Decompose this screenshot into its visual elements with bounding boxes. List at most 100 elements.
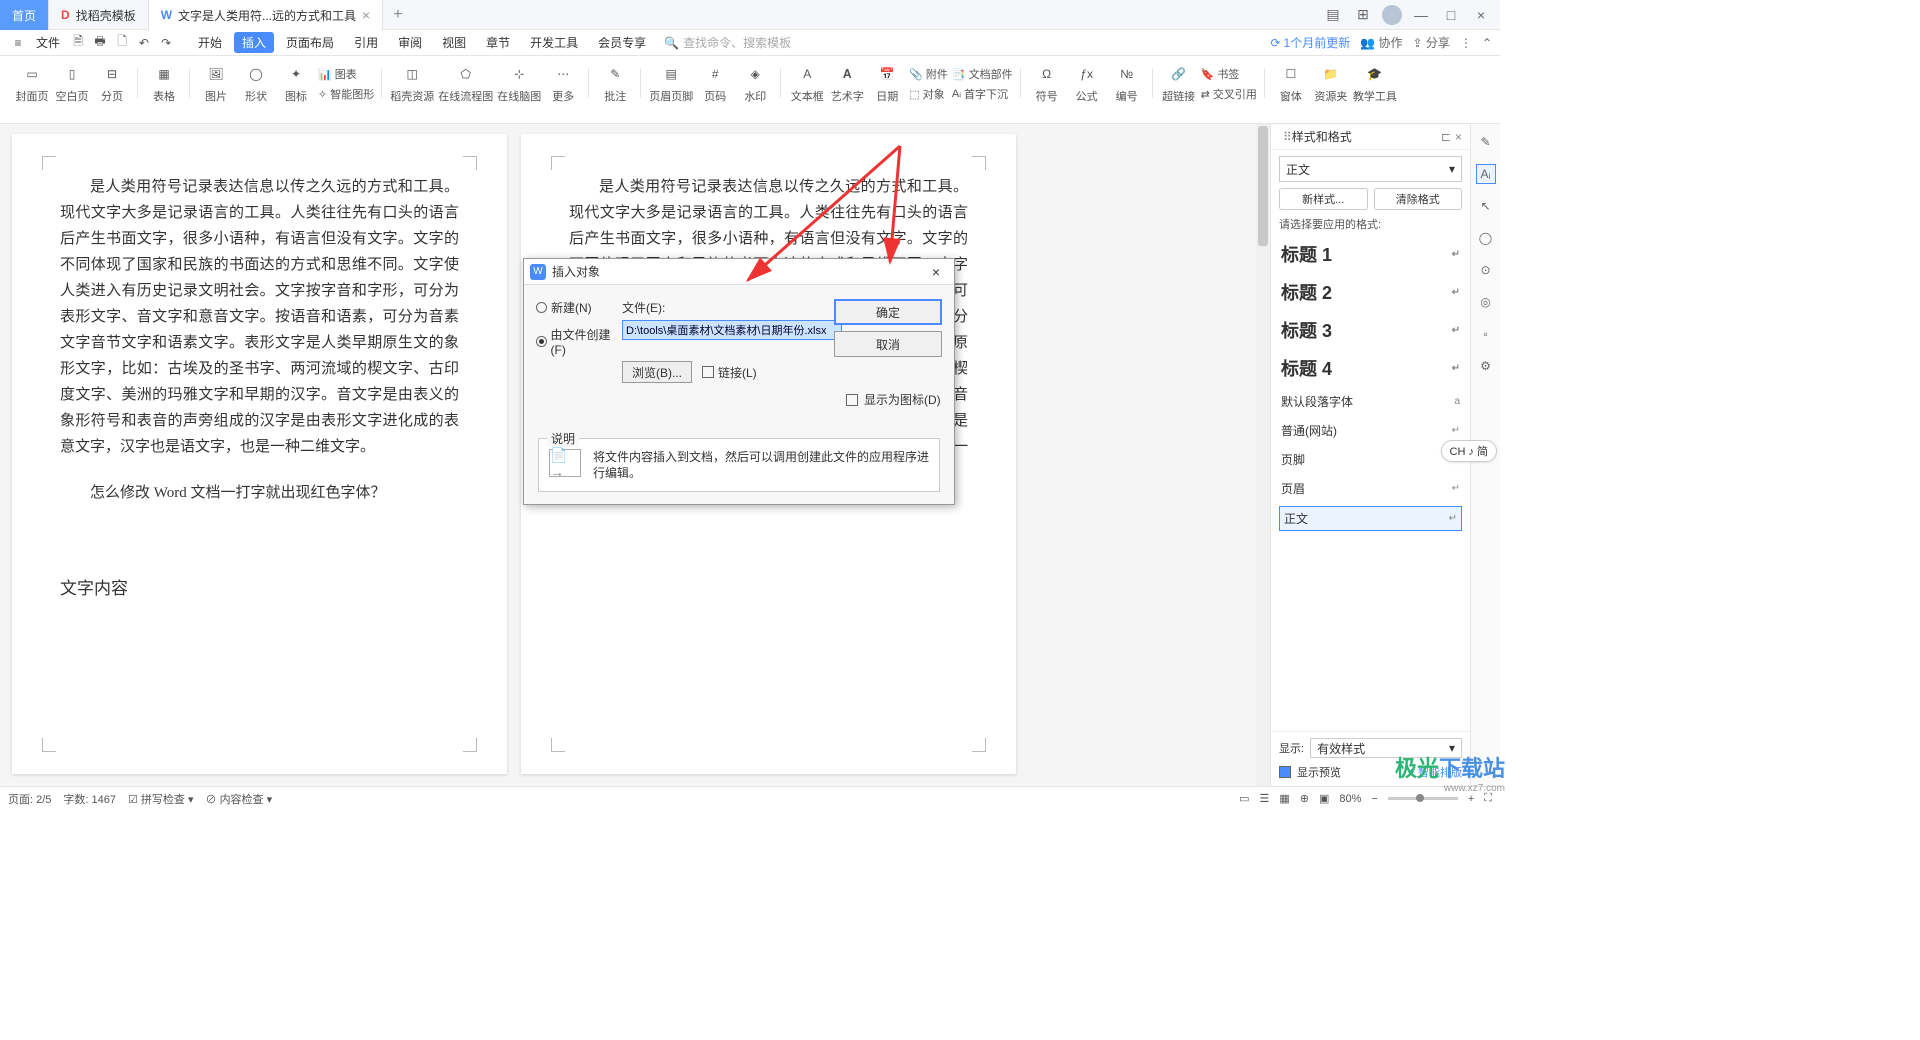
teach-button[interactable]: 🎓教学工具 xyxy=(1353,62,1397,104)
camera-icon[interactable]: ⊙ xyxy=(1476,260,1496,280)
smart-button[interactable]: ✧ 智能图形 xyxy=(318,86,374,102)
hf-button[interactable]: ▤页眉页脚 xyxy=(649,62,693,104)
clear-format-button[interactable]: 清除格式 xyxy=(1374,188,1463,210)
comment-button[interactable]: ✎批注 xyxy=(597,62,633,104)
cursor-icon[interactable]: ↖ xyxy=(1476,196,1496,216)
menu-insert[interactable]: 插入 xyxy=(234,32,274,53)
tab-document[interactable]: W文字是人类用符...远的方式和工具× xyxy=(149,0,384,30)
menu-view[interactable]: 视图 xyxy=(434,32,474,53)
widget-button[interactable]: ☐窗体 xyxy=(1273,62,1309,104)
menu-section[interactable]: 章节 xyxy=(478,32,518,53)
wm-button[interactable]: ◈水印 xyxy=(737,62,773,104)
undo-icon[interactable]: ↶ xyxy=(134,33,154,53)
attach-button[interactable]: 📎 附件 xyxy=(909,66,948,82)
chart-button[interactable]: 📊 图表 xyxy=(318,66,374,82)
flow-button[interactable]: ⬠在线流程图 xyxy=(438,62,493,104)
zoom-slider[interactable] xyxy=(1388,797,1458,800)
style-h1[interactable]: 标题 1↵ xyxy=(1279,238,1462,270)
menu-dev[interactable]: 开发工具 xyxy=(522,32,586,53)
collapse-icon[interactable]: ⌃ xyxy=(1482,36,1492,50)
bm-button[interactable]: 🔖 书签 xyxy=(1201,66,1257,82)
menu-ref[interactable]: 引用 xyxy=(346,32,386,53)
maximize-icon[interactable]: □ xyxy=(1440,4,1462,26)
new-style-button[interactable]: 新样式... xyxy=(1279,188,1368,210)
browse-button[interactable]: 浏览(B)... xyxy=(622,361,692,383)
collab-button[interactable]: 👥 协作 xyxy=(1360,34,1402,51)
view-mode-1[interactable]: ▭ xyxy=(1239,792,1249,805)
drop-button[interactable]: Aᵢ 首字下沉 xyxy=(952,86,1013,102)
date-button[interactable]: 📅日期 xyxy=(869,62,905,104)
target-icon[interactable]: ◎ xyxy=(1476,292,1496,312)
minimize-icon[interactable]: — xyxy=(1410,4,1432,26)
icon-button[interactable]: ✦图标 xyxy=(278,62,314,104)
view-mode-4[interactable]: ⊕ xyxy=(1300,792,1309,805)
menu-icon[interactable]: ≡ xyxy=(8,33,28,53)
zoom-level[interactable]: 80% xyxy=(1339,793,1361,805)
new-tab-button[interactable]: + xyxy=(383,0,412,29)
save-icon[interactable]: 🗎 xyxy=(68,33,88,53)
show-icon-checkbox[interactable]: 显示为图标(D) xyxy=(846,391,942,408)
file-menu[interactable]: 文件 xyxy=(30,34,66,51)
more-icon[interactable]: ⋮ xyxy=(1460,36,1472,50)
gear-icon[interactable]: ⚙ xyxy=(1476,356,1496,376)
print-icon[interactable]: 🖶 xyxy=(90,33,110,53)
textbox-button[interactable]: A文本框 xyxy=(789,62,825,104)
word-count[interactable]: 字数: 1467 xyxy=(63,791,116,807)
view-mode-3[interactable]: ▦ xyxy=(1279,792,1289,805)
style-h4[interactable]: 标题 4↵ xyxy=(1279,352,1462,384)
style-normal-web[interactable]: 普通(网站)↵ xyxy=(1279,419,1462,442)
style-icon[interactable]: Aᵢ xyxy=(1476,164,1496,184)
grid-icon[interactable]: ⊞ xyxy=(1352,4,1374,26)
ime-chip[interactable]: CH ♪ 简 xyxy=(1441,440,1498,462)
table-button[interactable]: ▦表格 xyxy=(146,62,182,104)
tab-home[interactable]: 首页 xyxy=(0,0,49,30)
spellcheck-toggle[interactable]: ☑ 拼写检查 ▾ xyxy=(128,791,194,807)
art-button[interactable]: 𝐀艺术字 xyxy=(829,62,865,104)
num-button[interactable]: №编号 xyxy=(1109,62,1145,104)
scrollbar[interactable] xyxy=(1256,124,1270,786)
link-button[interactable]: 🔗超链接 xyxy=(1161,62,1197,104)
mind-button[interactable]: ⊹在线脑图 xyxy=(497,62,541,104)
symbol-button[interactable]: Ω符号 xyxy=(1029,62,1065,104)
menu-member[interactable]: 会员专享 xyxy=(590,32,654,53)
grip-icon[interactable]: ⠿ xyxy=(1283,130,1292,144)
style-footer[interactable]: 页脚↵ xyxy=(1279,448,1462,471)
pnum-button[interactable]: #页码 xyxy=(697,62,733,104)
style-body[interactable]: 正文↵ xyxy=(1279,506,1462,531)
style-header[interactable]: 页眉↵ xyxy=(1279,477,1462,500)
preview-checkbox[interactable] xyxy=(1279,766,1291,778)
menu-review[interactable]: 审阅 xyxy=(390,32,430,53)
preview-icon[interactable]: 🗋 xyxy=(112,33,132,53)
formula-button[interactable]: ƒx公式 xyxy=(1069,62,1105,104)
panel-close-icon[interactable]: × xyxy=(1455,130,1462,144)
shape-button[interactable]: ◯形状 xyxy=(238,62,274,104)
zoom-out-icon[interactable]: − xyxy=(1371,793,1377,805)
obj-button[interactable]: ⬚ 对象 xyxy=(909,86,948,102)
ok-button[interactable]: 确定 xyxy=(834,299,942,325)
break-button[interactable]: ⊟分页 xyxy=(94,62,130,104)
pin-icon[interactable]: ⊏ xyxy=(1441,130,1451,144)
redo-icon[interactable]: ↷ xyxy=(156,33,176,53)
picture-button[interactable]: 🖼图片 xyxy=(198,62,234,104)
close-window-icon[interactable]: × xyxy=(1470,4,1492,26)
layout-icon[interactable]: ▤ xyxy=(1322,4,1344,26)
share-button[interactable]: ⇪ 分享 xyxy=(1413,34,1450,51)
menu-layout[interactable]: 页面布局 xyxy=(278,32,342,53)
style-h3[interactable]: 标题 3↵ xyxy=(1279,314,1462,346)
zoom-in-icon[interactable]: + xyxy=(1468,793,1474,805)
xref-button[interactable]: ⇄ 交叉引用 xyxy=(1201,86,1257,102)
parts-button[interactable]: 📑 文档部件 xyxy=(952,66,1013,82)
style-h2[interactable]: 标题 2↵ xyxy=(1279,276,1462,308)
style-default-font[interactable]: 默认段落字体a xyxy=(1279,390,1462,413)
cancel-button[interactable]: 取消 xyxy=(834,331,942,357)
blank-button[interactable]: ▯空白页 xyxy=(54,62,90,104)
search-area[interactable]: 🔍查找命令、搜索模板 xyxy=(664,34,791,51)
page-indicator[interactable]: 页面: 2/5 xyxy=(8,791,51,807)
content-check-toggle[interactable]: ⊘ 内容检查 ▾ xyxy=(206,791,273,807)
radio-from-file[interactable]: 由文件创建(F) xyxy=(536,326,622,357)
file-path-input[interactable] xyxy=(622,320,842,340)
tab-template[interactable]: D找稻壳模板 xyxy=(49,0,149,30)
menu-start[interactable]: 开始 xyxy=(190,32,230,53)
book-icon[interactable]: ▫ xyxy=(1476,324,1496,344)
dialog-close-icon[interactable]: × xyxy=(924,264,948,280)
